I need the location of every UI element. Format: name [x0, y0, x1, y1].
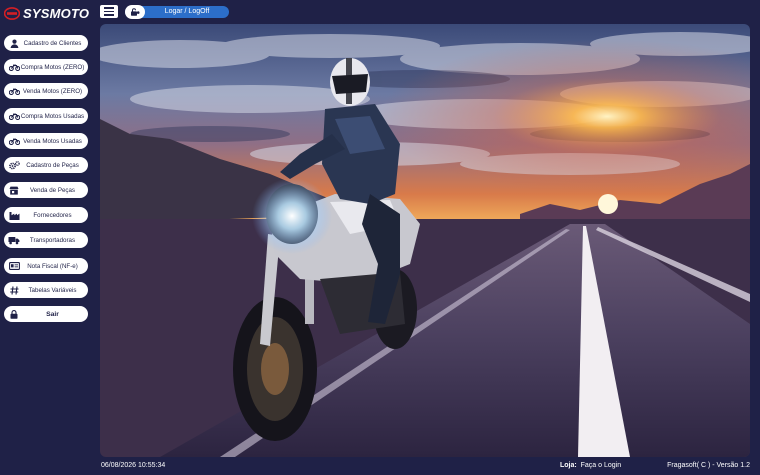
store-label: Loja:	[560, 462, 577, 469]
hash-icon	[8, 285, 20, 295]
menu-icon	[104, 7, 114, 9]
gears-icon	[8, 160, 20, 170]
sidebar-item-tabelas-variaveis[interactable]: Tabelas Variáveis	[4, 282, 88, 298]
sidebar-item-label: Nota Fiscal (NF-e)	[27, 262, 78, 270]
motorcycle-icon	[8, 136, 20, 146]
sidebar-item-label: Cadastro de Clientes	[23, 39, 82, 47]
brand-name: SYSMOTO	[23, 5, 90, 21]
sidebar-item-cadastro-clientes[interactable]: Cadastro de Clientes	[4, 35, 88, 51]
store-icon	[8, 185, 20, 195]
login-logoff-button[interactable]: Logar / LogOff	[125, 5, 229, 19]
sidebar-item-label: Venda Motos (ZERO)	[22, 87, 83, 95]
hero-image	[100, 24, 750, 457]
sidebar-item-label: Fornecedores	[33, 211, 72, 219]
sidebar-item-label: Cadastro de Peças	[26, 161, 79, 169]
truck-icon	[8, 235, 20, 245]
sidebar-item-transportadoras[interactable]: Transportadoras	[4, 232, 88, 248]
sidebar-item-venda-motos-usadas[interactable]: Venda Motos Usadas	[4, 133, 88, 149]
lock-icon	[131, 8, 140, 16]
sidebar-item-label: Sair	[46, 310, 59, 318]
user-icon	[8, 38, 20, 48]
sidebar-item-fornecedores[interactable]: Fornecedores	[4, 207, 88, 223]
motorcycle-icon	[8, 86, 20, 96]
sidebar-item-label: Venda Motos Usadas	[23, 137, 82, 145]
id-card-icon	[8, 261, 20, 271]
motorcycle-icon	[8, 62, 20, 72]
motorcycle-rider-illustration	[100, 24, 750, 457]
status-datetime: 06/08/2026 10:55:34	[101, 462, 166, 469]
status-copyright: Fragasoft( C ) - Versão 1.2	[667, 462, 750, 469]
login-label: Logar / LogOff	[164, 8, 210, 15]
sidebar-item-cadastro-pecas[interactable]: Cadastro de Peças	[4, 157, 88, 173]
sidebar-item-compra-motos-usadas[interactable]: Compra Motos Usadas	[4, 108, 88, 124]
sidebar-item-label: Venda de Peças	[29, 186, 76, 194]
sidebar-item-venda-pecas[interactable]: Venda de Peças	[4, 182, 88, 198]
sidebar-item-label: Tabelas Variáveis	[28, 286, 77, 294]
sidebar-item-venda-motos-zero[interactable]: Venda Motos (ZERO)	[4, 83, 88, 99]
factory-icon	[8, 210, 20, 220]
logo-emblem-icon	[4, 6, 20, 20]
sidebar-item-compra-motos-zero[interactable]: Compra Motos (ZERO)	[4, 59, 88, 75]
lock-toggle	[125, 5, 145, 19]
motorcycle-icon	[8, 111, 20, 121]
sidebar-item-nota-fiscal[interactable]: Nota Fiscal (NF-e)	[4, 258, 88, 274]
lock-icon	[8, 309, 20, 319]
status-store: Loja: Faça o Login	[560, 461, 621, 470]
app-logo: SYSMOTO	[4, 5, 89, 21]
menu-toggle-button[interactable]	[100, 5, 118, 18]
sidebar-item-label: Compra Motos Usadas	[20, 112, 85, 120]
sidebar-item-label: Transportadoras	[29, 236, 76, 244]
store-value: Faça o Login	[580, 462, 622, 469]
exit-button[interactable]: Sair	[4, 306, 88, 322]
sidebar-item-label: Compra Motos (ZERO)	[20, 63, 85, 71]
